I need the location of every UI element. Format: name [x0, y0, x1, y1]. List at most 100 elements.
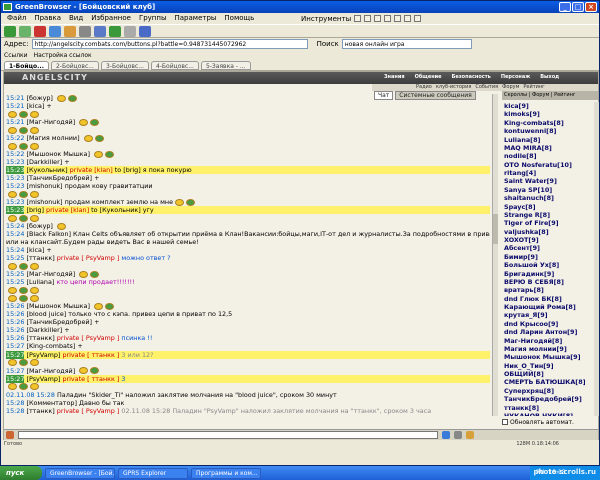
chat-nick[interactable]: [ттанкк]	[26, 334, 54, 342]
online-user[interactable]: kica[9]	[502, 102, 592, 110]
game-nav-item[interactable]: Общение	[415, 74, 442, 80]
home-icon[interactable]	[64, 25, 76, 37]
tools-label[interactable]: Инструменты	[301, 15, 351, 23]
online-user[interactable]: Sanya SP[10]	[502, 186, 592, 194]
send-icon[interactable]	[442, 431, 450, 439]
online-user[interactable]: dnd Глюк БК[8]	[502, 295, 592, 303]
online-user[interactable]: nodile[8]	[502, 152, 592, 160]
tab-1[interactable]: 1-Бойцо...	[4, 60, 49, 70]
tab-5[interactable]: 5-Заявка - ...	[200, 60, 251, 70]
online-user[interactable]: ТанчикБредобрей[9]	[502, 395, 592, 403]
chat-private-tag[interactable]: private [ ттанкк ]	[62, 351, 119, 359]
online-user[interactable]: Luliana[8]	[502, 136, 592, 144]
menu-item[interactable]: Файл	[3, 13, 30, 24]
game-subnav-item[interactable]: клуб-история	[436, 84, 471, 91]
chat-nick[interactable]: [Luliana]	[26, 278, 54, 286]
chat-nick[interactable]: [PsyVamp]	[26, 351, 60, 359]
online-user[interactable]: shaitanuch[8]	[502, 194, 592, 202]
online-user[interactable]: Бимир[9]	[502, 253, 592, 261]
chat-nick[interactable]: [божур]	[26, 222, 52, 230]
auto-refresh-checkbox[interactable]	[502, 419, 508, 425]
chat-nick[interactable]: [ттанкк]	[26, 254, 54, 262]
chat-input[interactable]	[18, 431, 438, 439]
online-user[interactable]: Магия молнии[9]	[502, 345, 592, 353]
online-user[interactable]: Большой Ух[8]	[502, 261, 592, 269]
start-button[interactable]: пуск	[0, 466, 42, 480]
refresh-icon[interactable]	[49, 25, 61, 37]
online-user[interactable]: OTO Nosferatu[10]	[502, 161, 592, 169]
online-user[interactable]: dnd Ларин Антон[9]	[502, 328, 592, 336]
online-user[interactable]: Карающий Рома[8]	[502, 303, 592, 311]
chat-nick[interactable]: [ТанчикБредобрей]	[26, 174, 92, 182]
clear-icon[interactable]	[454, 431, 462, 439]
menu-item[interactable]: Параметры	[171, 13, 221, 24]
chat-nick[interactable]: [Black Falkon]	[26, 230, 71, 238]
tool-checkbox-icon[interactable]	[414, 15, 422, 22]
chat-nick[interactable]: [ТанчикБредобрей]	[26, 318, 92, 326]
menu-item[interactable]: Вид	[65, 13, 87, 24]
tool-checkbox-icon[interactable]	[404, 15, 412, 22]
online-user[interactable]: Ник_О_Тин[9]	[502, 362, 592, 370]
online-user[interactable]: kontuwenni[8]	[502, 127, 592, 135]
game-subnav-item[interactable]: Рейтинг	[523, 84, 544, 91]
tool-checkbox-icon[interactable]	[384, 15, 392, 22]
chat-private-tag[interactable]: private [ ттанкк ]	[62, 375, 119, 383]
maximize-button[interactable]: □	[572, 2, 584, 12]
online-user[interactable]: Суперхряц[8]	[502, 387, 592, 395]
chat-nick[interactable]: [mishonuk]	[26, 182, 62, 190]
chat-nick[interactable]: [божур]	[26, 94, 52, 102]
online-user[interactable]: valjushka[8]	[502, 228, 592, 236]
chat-private-tag[interactable]: private [klan]	[46, 206, 89, 214]
chat-nick[interactable]: [kica]	[26, 102, 44, 110]
smiles-icon[interactable]	[466, 431, 474, 439]
chat-nick[interactable]: [Мышонок Мышка]	[26, 150, 89, 158]
online-user[interactable]: ВЕРЮ В СЕБЯ[8]	[502, 278, 592, 286]
close-button[interactable]: ×	[585, 2, 597, 12]
online-user[interactable]: dnd Крысоо[9]	[502, 320, 592, 328]
tool-checkbox-icon[interactable]	[354, 15, 362, 22]
auto-refresh[interactable]: Обновлять автомат.	[502, 417, 598, 427]
print-icon[interactable]	[79, 25, 91, 37]
task-button-1[interactable]: GPRS Explorer	[118, 467, 188, 479]
online-user[interactable]: вратарь[8]	[502, 286, 592, 294]
online-user[interactable]: крутая_Я[9]	[502, 311, 592, 319]
chat-nick[interactable]: [Маг-Нигодяй]	[26, 367, 75, 375]
links-settings[interactable]: Настройка ссылок	[34, 52, 92, 59]
menu-item[interactable]: Избранное	[87, 13, 135, 24]
back-icon[interactable]	[4, 25, 16, 37]
chat-private-tag[interactable]: private [ PsyVamp ]	[57, 334, 120, 342]
menu-item[interactable]: Группы	[135, 13, 171, 24]
game-nav-item[interactable]: Персонаж	[501, 74, 530, 80]
chat-nick[interactable]: [Комментатор]	[26, 399, 77, 407]
favorites-icon[interactable]	[94, 25, 106, 37]
tool-checkbox-icon[interactable]	[364, 15, 372, 22]
minimize-button[interactable]: _	[559, 2, 571, 12]
online-user[interactable]: ттанкк[8]	[502, 404, 592, 412]
stop-icon[interactable]	[34, 25, 46, 37]
chat-nick[interactable]: [Кукольник]	[26, 166, 67, 174]
online-user[interactable]: ОБЩИЙ[8]	[502, 370, 592, 378]
chat-nick[interactable]: [Darkkiller]	[26, 326, 62, 334]
chat-nick[interactable]: [Маг-Нигодяй]	[26, 270, 75, 278]
online-scrollbar[interactable]	[594, 102, 599, 416]
chat-nick[interactable]: [Мышонок Мышка]	[26, 302, 89, 310]
online-user[interactable]: Saint Water[9]	[502, 177, 592, 185]
tab-2[interactable]: 2-Бойцовс...	[50, 60, 99, 70]
game-nav-item[interactable]: Безопасность	[452, 74, 491, 80]
group-icon[interactable]	[109, 25, 121, 37]
options-icon[interactable]	[139, 25, 151, 37]
chat-nick[interactable]: [ттанкк]	[26, 407, 54, 415]
online-user[interactable]: Tiger of Fire[9]	[502, 219, 592, 227]
game-subnav-item[interactable]: События	[475, 84, 498, 91]
online-user[interactable]: XOXOT[9]	[502, 236, 592, 244]
menu-item[interactable]: Помощь	[220, 13, 258, 24]
online-user[interactable]: Абсент[9]	[502, 244, 592, 252]
tab-4[interactable]: 4-Бойцовс...	[150, 60, 199, 70]
online-user[interactable]: Spayc[8]	[502, 203, 592, 211]
tool-checkbox-icon[interactable]	[394, 15, 402, 22]
chat-private-tag[interactable]: private [ PsyVamp ]	[57, 407, 120, 415]
chat-scrollbar[interactable]	[492, 94, 498, 416]
search-input[interactable]: новая онлайн игра	[341, 39, 472, 49]
chat-nick[interactable]: [Darkkiller]	[26, 158, 62, 166]
task-button-0[interactable]: GreenBrowser - [Бой...	[45, 467, 115, 479]
